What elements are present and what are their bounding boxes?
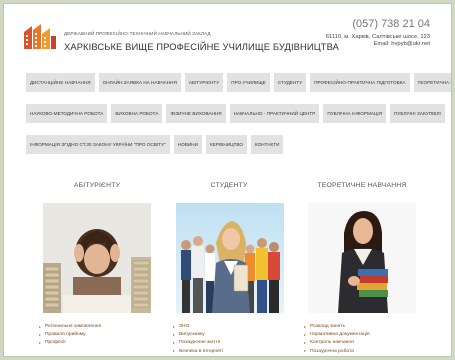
section-theory: ТЕОРЕТИЧНЕ НАВЧАННЯ Розклад занять Норма… [294,182,430,354]
list-item[interactable]: Контроль навчання [304,340,370,345]
main-nav: ДИСТАНЦІЙНЕ НАВЧАННЯ ОНЛАЙН ЗАЯВКА НА НА… [26,73,451,166]
list-item[interactable]: Позаурочна робота [304,349,370,354]
bullet-icon [39,333,41,336]
section-applicant: АБІТУРІЄНТУ Регіональне замовлення Прави… [29,182,165,345]
nav-row-3: ІНФОРМАЦІЯ ЗГІДНО СТ.30 ЗАКОНУ УКРАЇНИ "… [26,135,444,154]
bullet-icon [304,341,306,344]
list-item[interactable]: Позаурочне життя [173,340,223,345]
nav-item-online-application[interactable]: ОНЛАЙН ЗАЯВКА НА НАВЧАННЯ [98,73,181,92]
phone-number: (057) 738 21 04 [352,18,430,30]
nav-item-management[interactable]: КЕРІВНИЦТВО [205,135,247,154]
nav-item-training-center[interactable]: НАВЧАЛЬНО - ПРАКТИЧНИЙ ЦЕНТР [229,104,320,123]
email[interactable]: Email: hvpyb@ukr.net [374,41,430,47]
nav-item-applicant[interactable]: АБІТУРІЄНТУ [184,73,224,92]
list-item[interactable]: Правила прийому [39,332,101,337]
nav-row-1: ДИСТАНЦІЙНЕ НАВЧАННЯ ОНЛАЙН ЗАЯВКА НА НА… [26,73,451,92]
nav-item-news[interactable]: НОВИНИ [173,135,202,154]
bullet-icon [304,325,306,328]
list-item[interactable]: ЗНО [173,324,223,329]
bullet-icon [39,341,41,344]
stressed-student-image [43,203,151,313]
list-item[interactable]: Нормативна документація [304,332,370,337]
nav-item-physical-education[interactable]: ФІЗИЧНЕ ВИХОВАННЯ [166,104,226,123]
section-title: ТЕОРЕТИЧНЕ НАВЧАННЯ [317,182,407,189]
bullet-icon [173,325,175,328]
nav-item-practical-training[interactable]: ПРОФЕСІЙНО-ПРАКТИЧНА ПІДГОТОВКА [310,73,410,92]
nav-item-contacts[interactable]: КОНТАКТИ [251,135,284,154]
students-group-image [176,203,284,313]
nav-item-theoretical-training[interactable]: ТЕОРЕТИЧНА ПІДГОТОВКА [413,73,451,92]
theory-links: Розклад занять Нормативна документація К… [304,324,370,356]
nav-item-methodical-work[interactable]: НАУКОВО-МЕТОДИЧНА РОБОТА [26,104,108,123]
section-title: АБІТУРІЄНТУ [73,182,121,189]
college-logo-icon[interactable] [22,22,58,50]
nav-item-distance-learning[interactable]: ДИСТАНЦІЙНЕ НАВЧАННЯ [26,73,95,92]
nav-item-educational-work[interactable]: ВИХОВНА РОБОТА [111,104,163,123]
bullet-icon [173,341,175,344]
nav-item-law-info[interactable]: ІНФОРМАЦІЯ ЗГІДНО СТ.30 ЗАКОНУ УКРАЇНИ "… [26,135,170,154]
teacher-with-books-image [308,203,416,313]
bullet-icon [304,333,306,336]
bullet-icon [173,333,175,336]
bullet-icon [39,325,41,328]
list-item[interactable]: Випускнику [173,332,223,337]
section-title: СТУДЕНТУ [210,182,248,189]
org-title[interactable]: ХАРКІВСЬКЕ ВИЩЕ ПРОФЕСІЙНЕ УЧИЛИЩЕ БУДІВ… [64,41,339,52]
bullet-icon [173,350,175,353]
page: ДЕРЖАВНИЙ ПРОФЕСІЙНО-ТЕХНІЧНИЙ НАВЧАЛЬНИ… [3,3,452,357]
bullet-icon [304,350,306,353]
nav-item-public-procurement[interactable]: ПУБЛІЧНІ ЗАКУПІВЛІ [390,104,445,123]
list-item[interactable]: Професії [39,340,101,345]
org-subtitle: ДЕРЖАВНИЙ ПРОФЕСІЙНО-ТЕХНІЧНИЙ НАВЧАЛЬНИ… [64,31,211,36]
list-item[interactable]: Розклад занять [304,324,370,329]
list-item[interactable]: Регіональне замовлення [39,324,101,329]
nav-item-about[interactable]: ПРО УЧИЛИЩЕ [227,73,270,92]
nav-row-2: НАУКОВО-МЕТОДИЧНА РОБОТА ВИХОВНА РОБОТА … [26,104,445,123]
address: 61110, м. Харків, Салтівське шосе, 123 [325,34,430,40]
section-student: СТУДЕНТУ ЗНО Випускнику Позаурочне життя… [161,182,297,354]
applicant-links: Регіональне замовлення Правила прийому П… [39,324,101,349]
list-item[interactable]: Безпека в Інтернеті [173,349,223,354]
student-links: ЗНО Випускнику Позаурочне життя Безпека … [173,324,223,356]
nav-item-student[interactable]: СТУДЕНТУ [273,73,307,92]
nav-item-public-info[interactable]: ПУБЛІЧНА ІНФОРМАЦІЯ [323,104,387,123]
